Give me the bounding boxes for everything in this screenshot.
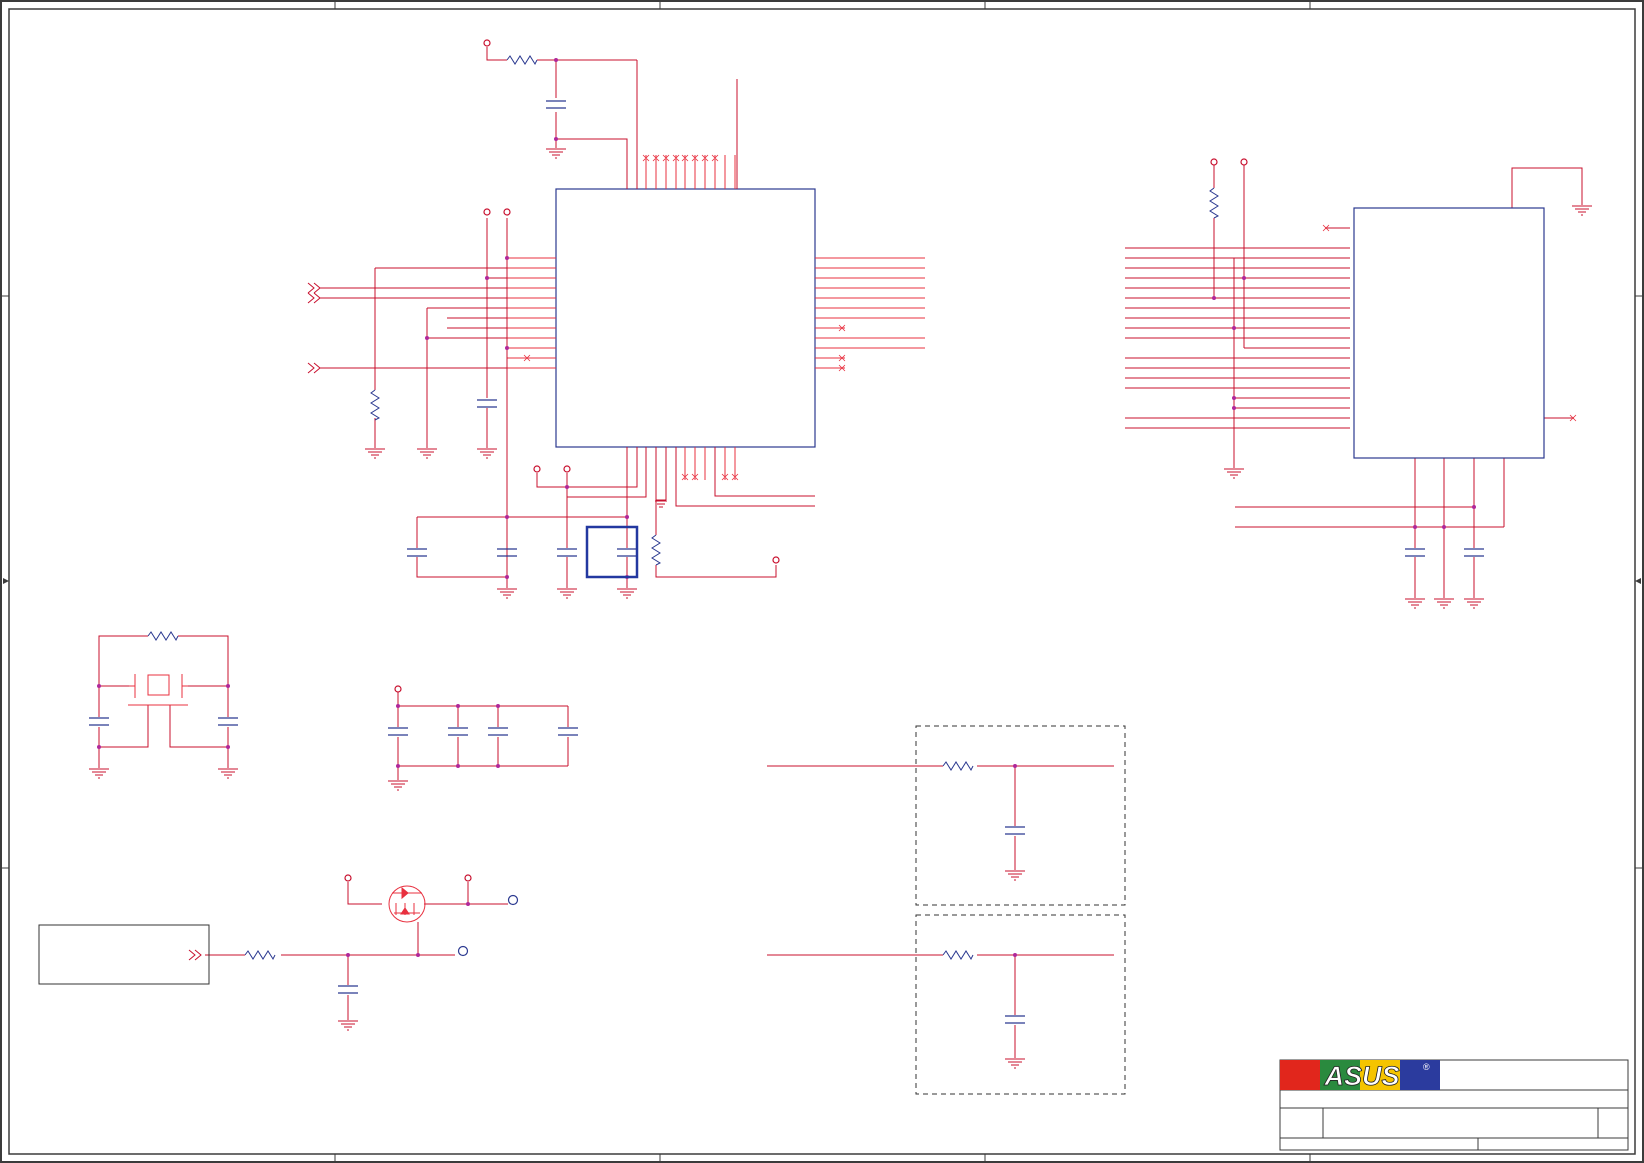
resistor-filter-2 (942, 950, 974, 961)
resistors (147, 55, 1220, 961)
cap-filter-2 (1005, 1015, 1025, 1024)
cap-bottom-567 (557, 548, 577, 557)
ground-icon (89, 768, 109, 779)
power-port-icon (1210, 158, 1218, 166)
cap-mosfet-gate (338, 985, 358, 994)
ground-icon (617, 588, 637, 599)
capacitors (89, 100, 1484, 1024)
cap-right-1415 (1405, 548, 1425, 557)
resistor-crystal-feedback (147, 631, 179, 642)
test-point-icon (507, 894, 519, 906)
resistor-right-ic (1209, 187, 1220, 219)
test-point-icon (457, 945, 469, 957)
cap-crystal-right (218, 717, 238, 726)
connector-arrow-icon (307, 292, 321, 304)
asus-logo-mark: ® (1423, 1062, 1430, 1072)
frame-center-arrows (3, 578, 1641, 584)
cap-bottom-417 (407, 548, 427, 557)
ground-icon (388, 780, 408, 791)
power-port-icon (344, 874, 352, 882)
ground-icon (1464, 598, 1484, 609)
power-port-icon (1240, 158, 1248, 166)
ground-icon (477, 448, 497, 459)
ground-icon (546, 148, 566, 159)
cap-bank-1 (388, 727, 408, 736)
resistor-top (506, 55, 538, 66)
power-port-icon (533, 465, 541, 473)
wires (98, 47, 1583, 1058)
main-ic-right-pins (815, 257, 925, 369)
cap-right-1474 (1464, 548, 1484, 557)
resistor-bottom-pull (651, 534, 662, 566)
filter-box-1 (915, 725, 1126, 906)
ground-icon (1405, 598, 1425, 609)
ground-icon (1224, 468, 1244, 479)
connector-arrow-icon (307, 362, 321, 374)
crystal-oscillator (128, 674, 188, 706)
ground-icon (497, 588, 517, 599)
cap-top (546, 100, 566, 109)
power-port-icon (483, 39, 491, 47)
right-ic-nc-marks (1322, 224, 1577, 422)
filter-box-2 (915, 914, 1126, 1095)
cap-left-487 (477, 399, 497, 408)
main-ic-nc-marks-right (523, 324, 846, 372)
power-port-icon (772, 556, 780, 564)
ground-icon (1434, 598, 1454, 609)
right-ic-body (1353, 207, 1545, 459)
ground-icon (1572, 205, 1592, 216)
main-ic (555, 188, 816, 448)
ground-icon (1005, 870, 1025, 881)
resistor-left-vertical (370, 389, 381, 421)
ground-icon (557, 588, 577, 599)
power-port-icon (483, 208, 491, 216)
right-ic (1353, 207, 1545, 459)
main-ic-nc-marks-top (642, 154, 719, 162)
power-port-icon (503, 208, 511, 216)
main-ic-nc-marks-bottom (681, 473, 739, 481)
power-port-icon (563, 465, 571, 473)
driver-block (38, 924, 210, 985)
schematic-canvas: ASUS ® (0, 0, 1644, 1163)
power-port-icon (464, 874, 472, 882)
resistor-mosfet-gate (244, 950, 276, 961)
highlight-box (585, 525, 639, 579)
cap-bank-3 (488, 727, 508, 736)
cap-filter-1 (1005, 826, 1025, 835)
cap-bank-4 (558, 727, 578, 736)
power-port-icon (394, 685, 402, 693)
cap-bank-2 (448, 727, 468, 736)
ground-icon (218, 768, 238, 779)
main-ic-left-pins (507, 257, 556, 369)
ground-icon (417, 448, 437, 459)
ground-icon (1005, 1058, 1025, 1069)
asus-logo: ASUS ® (1280, 1060, 1440, 1091)
sheet-frame (0, 0, 1644, 1163)
ground-icon (338, 1020, 358, 1031)
main-ic-top-pins (626, 155, 736, 189)
main-ic-bottom-pins (626, 447, 736, 480)
connector-arrow-icon (188, 949, 202, 961)
cap-crystal-left (89, 717, 109, 726)
main-ic-body (555, 188, 816, 448)
mosfet-transistor (388, 885, 426, 923)
resistor-filter-1 (942, 761, 974, 772)
connector-arrow-icon (307, 282, 321, 294)
ground-icon (655, 498, 667, 508)
ground-symbols (89, 148, 1592, 1069)
cap-bottom-627 (617, 548, 637, 557)
asus-logo-text: ASUS (1323, 1061, 1399, 1091)
power-ports (344, 39, 1248, 882)
off-page-connectors (188, 282, 321, 961)
ground-icon (365, 448, 385, 459)
